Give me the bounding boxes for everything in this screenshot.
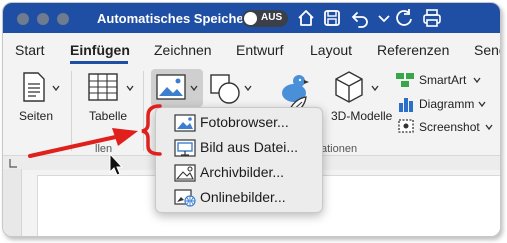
chart-dropdown-chevron-icon[interactable]	[477, 99, 487, 109]
toggle-knob	[244, 12, 257, 25]
picture-icon	[156, 74, 186, 100]
menu-item-label: Fotobrowser...	[200, 114, 289, 130]
smartart-dropdown-chevron-icon[interactable]	[472, 75, 482, 85]
home-icon[interactable]	[295, 7, 317, 29]
save-icon[interactable]	[321, 7, 343, 29]
menu-item-picture-from-file[interactable]: Bild aus Datei...	[156, 136, 322, 160]
pictures-dropdown-menu: Fotobrowser... Bild aus Datei... Archivb…	[155, 107, 323, 213]
tab-draw[interactable]: Zeichnen	[154, 42, 212, 58]
photo-browser-icon	[174, 114, 196, 132]
menu-item-label: Archivbilder...	[200, 164, 285, 180]
3d-models-dropdown-chevron-icon[interactable]	[370, 83, 380, 93]
tab-layout[interactable]: Layout	[310, 42, 352, 58]
menu-item-label: Onlinebilder...	[200, 189, 286, 205]
pages-label[interactable]: Seiten	[19, 109, 53, 123]
title-bar: Automatisches Speichern AUS	[3, 3, 500, 33]
ribbon-divider	[143, 71, 144, 151]
group-label-partial-left: llen	[95, 143, 113, 155]
table-label[interactable]: Tabelle	[89, 109, 127, 123]
menu-item-photo-browser[interactable]: Fotobrowser...	[156, 111, 322, 135]
tab-stop-icon[interactable]	[7, 157, 19, 169]
zoom-window-button[interactable]	[57, 13, 69, 25]
menu-item-stock-images[interactable]: Archivbilder...	[156, 161, 322, 185]
smartart-icon[interactable]	[395, 71, 415, 89]
screenshot-icon[interactable]	[397, 117, 415, 135]
group-label-partial-right: ationen	[321, 143, 358, 155]
minimize-window-button[interactable]	[37, 13, 49, 25]
pictures-dropdown-chevron-icon	[190, 85, 198, 92]
tab-start[interactable]: Start	[15, 42, 45, 58]
tab-design[interactable]: Entwurf	[236, 42, 283, 58]
table-icon[interactable]	[87, 71, 119, 103]
active-tab-indicator	[70, 61, 128, 64]
close-window-button[interactable]	[17, 13, 29, 25]
3d-models-icon[interactable]	[333, 69, 365, 105]
autosave-toggle[interactable]: AUS	[242, 10, 288, 27]
autosave-label: Automatisches Speichern	[97, 11, 257, 26]
picture-from-file-icon	[174, 139, 196, 157]
toggle-state-label: AUS	[261, 12, 283, 23]
ribbon-divider	[71, 71, 72, 151]
shapes-dropdown-chevron-icon[interactable]	[243, 83, 253, 93]
tab-mailings[interactable]: Send	[474, 42, 500, 58]
undo-icon[interactable]	[349, 7, 371, 29]
pages-dropdown-chevron-icon[interactable]	[51, 83, 61, 93]
smartart-label[interactable]: SmartArt	[419, 73, 466, 87]
online-pictures-icon	[174, 189, 196, 207]
3d-models-label[interactable]: 3D-Modelle	[331, 109, 392, 123]
pictures-button[interactable]	[151, 69, 203, 107]
chart-icon[interactable]	[397, 95, 415, 113]
tab-references[interactable]: Referenzen	[377, 42, 449, 58]
redo-icon[interactable]	[393, 7, 415, 29]
print-icon[interactable]	[421, 7, 443, 29]
table-dropdown-chevron-icon[interactable]	[125, 83, 135, 93]
shapes-icon[interactable]	[209, 73, 241, 105]
pages-icon[interactable]	[21, 71, 47, 103]
menu-item-label: Bild aus Datei...	[200, 139, 299, 155]
word-window: Automatisches Speichern AUS Start Einfüg…	[2, 2, 501, 237]
screenshot-label[interactable]: Screenshot	[419, 120, 480, 134]
chart-label[interactable]: Diagramm	[419, 97, 474, 111]
screenshot-dropdown-chevron-icon[interactable]	[484, 122, 494, 132]
tab-insert[interactable]: Einfügen	[70, 42, 130, 58]
stock-images-icon	[174, 164, 196, 182]
menu-item-online-pictures[interactable]: Onlinebilder...	[156, 186, 322, 210]
vertical-ruler	[3, 169, 22, 236]
undo-dropdown-chevron-icon[interactable]	[373, 7, 395, 29]
